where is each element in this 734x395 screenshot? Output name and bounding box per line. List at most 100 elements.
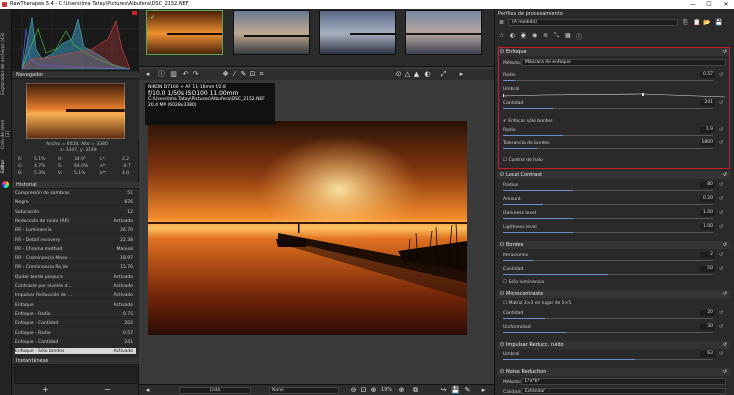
reset-icon[interactable]: ↺: [719, 127, 723, 133]
reset-icon[interactable]: ↺: [719, 224, 723, 230]
paste-profile-icon[interactable]: 📋: [693, 19, 700, 26]
zoom-in-icon[interactable]: ⊕: [397, 386, 406, 395]
maximize-button[interactable]: ☐: [702, 0, 716, 9]
reset-icon[interactable]: ↺: [723, 48, 727, 56]
zoom-out-icon[interactable]: ⊖: [349, 386, 358, 395]
reset-icon[interactable]: ↺: [723, 341, 727, 349]
hand-tool-icon[interactable]: ✥: [221, 70, 230, 79]
info-icon[interactable]: ⓘ: [157, 70, 166, 79]
reset-icon[interactable]: ↺: [719, 196, 723, 202]
tab-transform-icon[interactable]: ⤡: [554, 32, 559, 40]
local-contrast-header[interactable]: ⏻ Local Contrast ↺: [497, 171, 730, 179]
before-after-icon[interactable]: ▥: [169, 70, 178, 79]
main-image-preview[interactable]: [148, 121, 467, 335]
power-icon[interactable]: ⏻: [500, 171, 504, 179]
lc-light-value[interactable]: 1.00: [700, 224, 715, 230]
previous-image-icon[interactable]: ◂: [143, 386, 152, 395]
reset-icon[interactable]: ↺: [719, 310, 723, 316]
redo-icon[interactable]: ↷: [191, 70, 200, 79]
new-window-icon[interactable]: ⧉: [411, 386, 420, 395]
power-icon[interactable]: ⏻: [500, 368, 504, 376]
history-row[interactable]: Enfoque - Cantidad 241: [15, 339, 136, 346]
edges-amount-value[interactable]: 50: [700, 266, 715, 272]
next-image-icon[interactable]: ▸: [479, 386, 488, 395]
lc-dark-slider[interactable]: [503, 218, 713, 219]
impulse-threshold-value[interactable]: 63: [700, 351, 715, 357]
minimize-button[interactable]: —: [686, 0, 700, 9]
history-row[interactable]: Enfoque Activado: [15, 302, 136, 309]
reset-icon[interactable]: ↺: [719, 100, 723, 106]
edges-amount-slider[interactable]: [503, 274, 713, 275]
amount-slider[interactable]: [503, 108, 713, 109]
lc-radius-value[interactable]: 80: [700, 182, 715, 188]
lc-radius-slider[interactable]: [503, 190, 713, 191]
add-snapshot-button[interactable]: +: [42, 385, 49, 394]
reset-icon[interactable]: ↺: [719, 182, 723, 188]
edge-radius-slider[interactable]: [503, 135, 713, 136]
fullscreen-icon[interactable]: ⤢: [439, 70, 448, 79]
uniformity-slider[interactable]: [503, 332, 713, 333]
remove-snapshot-button[interactable]: −: [104, 385, 111, 394]
history-row[interactable]: RR - Detail recovery 22.38: [15, 237, 136, 244]
matrix-checkbox[interactable]: ☐ Matriz 3×3 en lugar de 5×5: [503, 301, 571, 306]
nr-method-select[interactable]: L*a*b*: [521, 378, 726, 385]
hide-left-panel-icon[interactable]: ◂: [143, 70, 152, 79]
noise-reduction-header[interactable]: ⏻ Noise Reduction ↺: [497, 368, 730, 376]
straighten-icon[interactable]: ⌗: [257, 70, 266, 79]
impulse-nr-header[interactable]: ⏻ Impulsar Reducc. ruido ↺: [497, 341, 730, 349]
history-row[interactable]: Compresión de sombras 51: [15, 190, 136, 197]
power-icon[interactable]: ⏻: [500, 290, 504, 298]
history-row[interactable]: RR - Chroma method Manual: [15, 246, 136, 253]
bordes-header[interactable]: ⏻ Bordes ↺: [497, 241, 730, 249]
iterations-slider[interactable]: [503, 260, 713, 261]
reset-icon[interactable]: ↺: [723, 241, 727, 249]
reset-icon[interactable]: ↺: [723, 171, 727, 179]
zoom-100-icon[interactable]: ⊕: [369, 386, 378, 395]
crop-icon[interactable]: ⊡: [248, 70, 257, 79]
reset-icon[interactable]: ↺: [719, 351, 723, 357]
nr-quality-select[interactable]: Estándar: [521, 388, 726, 394]
history-row[interactable]: RR - Crominancia Ro,Ve 15.76: [15, 264, 136, 272]
filmstrip-thumb-3[interactable]: [319, 10, 396, 55]
preview-mode-icon[interactable]: ◐: [423, 70, 432, 79]
view-mode-select[interactable]: Lista: [179, 387, 251, 394]
edge-tolerance-value[interactable]: 1800: [700, 140, 715, 146]
tab-metadata-icon[interactable]: ⓘ: [576, 32, 582, 41]
edge-tolerance-slider[interactable]: [503, 148, 713, 149]
history-row[interactable]: Enfoque - Radio 0.57: [15, 330, 136, 337]
reset-icon[interactable]: ↺: [719, 140, 723, 146]
microcontrast-header[interactable]: ⏻ Microcontraste ↺: [497, 290, 730, 298]
uniformity-value[interactable]: 30: [700, 324, 715, 330]
reset-icon[interactable]: ↺: [719, 210, 723, 216]
navigator-thumbnail[interactable]: [26, 83, 125, 139]
impulse-threshold-slider[interactable]: [503, 359, 713, 360]
focus-mask-icon[interactable]: ⊙: [394, 70, 403, 79]
reset-icon[interactable]: ↺: [719, 252, 723, 258]
tab-raw-icon[interactable]: ▦: [565, 32, 571, 39]
reset-icon[interactable]: ↺: [719, 266, 723, 272]
micro-amount-slider[interactable]: [503, 318, 713, 319]
amount-value[interactable]: 241: [700, 100, 715, 106]
power-icon[interactable]: ⏻: [500, 241, 504, 249]
history-row[interactable]: Enfoque - Sólo bordes Activado: [15, 348, 136, 356]
history-row[interactable]: Quitar borde púrpura Activado: [15, 274, 136, 281]
reset-icon[interactable]: ↺: [723, 290, 727, 298]
tab-favorites-icon[interactable]: ☆: [499, 32, 504, 39]
tab-editor[interactable]: Editor: [1, 155, 11, 177]
tab-queue[interactable]: Cola de lotes [2]: [1, 117, 11, 151]
zoom-fit-icon[interactable]: ⊡: [359, 386, 368, 395]
tab-filebrowser[interactable]: Explorador de archivos (43): [1, 15, 11, 113]
lc-amount-slider[interactable]: [503, 204, 713, 205]
lc-light-slider[interactable]: [503, 232, 713, 233]
lc-amount-value[interactable]: 0.20: [700, 196, 715, 202]
radius-value[interactable]: 0.57: [700, 72, 715, 78]
filmstrip-thumb-2[interactable]: [233, 10, 310, 55]
profile-select[interactable]: (A medida): [508, 19, 678, 26]
reset-icon[interactable]: ↺: [719, 72, 723, 78]
open-editor-icon[interactable]: ✎: [463, 386, 472, 395]
load-profile-icon[interactable]: 📂: [703, 19, 710, 26]
luminance-only-checkbox[interactable]: ☐ Sólo luminancia: [503, 280, 544, 285]
hide-right-panel-icon[interactable]: ▸: [457, 70, 466, 79]
white-balance-icon[interactable]: ⁄: [230, 70, 239, 79]
enfoque-header[interactable]: ⏻ Enfoque ↺: [497, 48, 730, 56]
